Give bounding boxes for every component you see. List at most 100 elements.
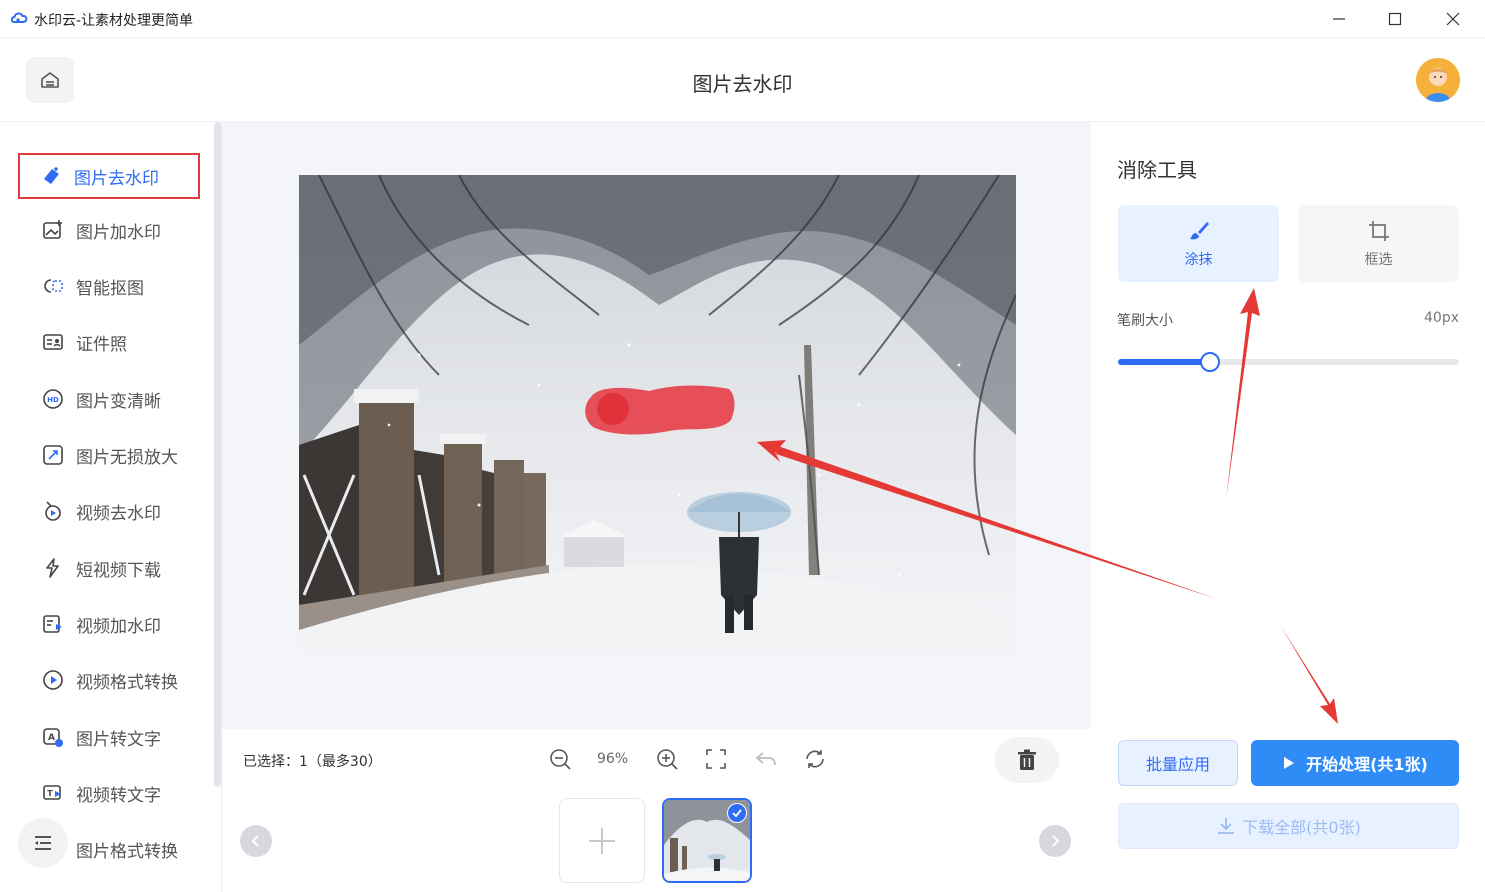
sidebar-item-label: 图片去水印 xyxy=(74,168,159,189)
edited-photo[interactable] xyxy=(299,175,1016,652)
svg-text:HD: HD xyxy=(47,396,59,404)
brush-size-slider[interactable] xyxy=(1118,352,1459,372)
id-photo-icon xyxy=(42,331,64,353)
panel-title: 消除工具 xyxy=(1117,158,1197,182)
brush-icon xyxy=(1189,221,1209,239)
zoom-out-button[interactable] xyxy=(548,747,572,771)
next-thumbnail-button[interactable] xyxy=(1039,825,1071,857)
sidebar-item-label: 图片加水印 xyxy=(76,222,161,243)
selected-check-icon xyxy=(727,803,747,823)
sidebar-scrollbar[interactable] xyxy=(214,122,221,787)
undo-button[interactable] xyxy=(754,747,778,771)
download-all-button[interactable]: 下载全部(共0张) xyxy=(1118,803,1459,849)
video-text-icon: T xyxy=(42,782,64,804)
image-canvas[interactable] xyxy=(222,122,1091,729)
sidebar-item-image-enhance[interactable]: HD 图片变清晰 xyxy=(22,377,198,421)
tool-box-select-button[interactable]: 框选 xyxy=(1298,205,1459,282)
brush-size-value: 40px xyxy=(1424,310,1459,326)
sidebar-item-lossless-enlarge[interactable]: 图片无损放大 xyxy=(22,433,198,477)
selection-info: 已选择：1（最多30） xyxy=(243,754,382,770)
start-process-label: 开始处理(共1张) xyxy=(1306,755,1428,774)
play-circle-icon xyxy=(42,669,64,691)
chevron-left-icon xyxy=(251,835,259,847)
trash-icon xyxy=(1018,749,1036,770)
fit-screen-button[interactable] xyxy=(704,747,728,771)
download-icon xyxy=(1218,818,1235,834)
start-process-button[interactable]: 开始处理(共1张) xyxy=(1251,740,1459,786)
image-thumbnail[interactable] xyxy=(662,798,752,883)
hd-icon: HD xyxy=(42,388,64,410)
sidebar-item-video-format-convert[interactable]: 视频格式转换 xyxy=(22,658,198,702)
tool-smear-button[interactable]: 涂抹 xyxy=(1118,205,1279,282)
app-logo-icon xyxy=(10,12,28,23)
sidebar-item-video-to-text[interactable]: T 视频转文字 xyxy=(22,771,198,815)
image-add-icon xyxy=(42,219,64,241)
sidebar-item-label: 图片格式转换 xyxy=(76,841,178,862)
sidebar-item-short-video-download[interactable]: 短视频下载 xyxy=(22,546,198,590)
minimize-icon xyxy=(1333,18,1345,20)
video-add-icon xyxy=(42,613,64,635)
title-bar: 水印云-让素材处理更简单 xyxy=(0,0,1485,38)
batch-apply-button[interactable]: 批量应用 xyxy=(1118,740,1238,786)
undo-icon xyxy=(755,752,776,766)
thumbnail-strip xyxy=(222,789,1091,892)
sidebar-item-id-photo[interactable]: 证件照 xyxy=(22,320,198,364)
refresh-icon xyxy=(806,750,824,768)
brush-size-label: 笔刷大小 xyxy=(1117,313,1173,329)
sidebar-item-video-watermark-add[interactable]: 视频加水印 xyxy=(22,602,198,646)
chevron-right-icon xyxy=(1052,835,1060,847)
eraser-icon xyxy=(40,165,62,187)
minimize-button[interactable] xyxy=(1316,4,1362,34)
enlarge-icon xyxy=(42,444,64,466)
slider-thumb[interactable] xyxy=(1200,352,1221,372)
sidebar-item-label: 图片变清晰 xyxy=(76,391,161,412)
crop-icon xyxy=(1368,220,1389,241)
header: 图片去水印 xyxy=(0,38,1485,122)
close-button[interactable] xyxy=(1430,4,1476,34)
prev-thumbnail-button[interactable] xyxy=(240,825,272,857)
sidebar-item-label: 智能抠图 xyxy=(76,278,144,299)
sidebar-item-label: 视频去水印 xyxy=(76,503,161,524)
zoom-value: 96% xyxy=(597,751,629,767)
sidebar-item-label: 证件照 xyxy=(76,334,127,355)
play-icon xyxy=(1284,757,1295,769)
page-title: 图片去水印 xyxy=(692,72,793,96)
close-icon xyxy=(1446,12,1460,26)
delete-button[interactable] xyxy=(995,737,1059,783)
sidebar-item-label: 图片转文字 xyxy=(76,729,161,750)
erase-tool-panel: 消除工具 涂抹 框选 笔刷大小 40px 批量应用 开始处理(共1张) 下载全部… xyxy=(1091,122,1485,892)
reset-button[interactable] xyxy=(803,747,827,771)
fullscreen-icon xyxy=(706,749,726,769)
app-title: 水印云-让素材处理更简单 xyxy=(34,13,194,29)
cutout-icon xyxy=(42,275,64,297)
sidebar: 图片去水印 图片加水印 智能抠图 证件照 HD 图片变清晰 图片无损放大 视频去… xyxy=(0,122,222,892)
svg-text:T: T xyxy=(47,789,53,798)
sidebar-item-label: 视频加水印 xyxy=(76,616,161,637)
plus-icon xyxy=(589,827,615,854)
sidebar-item-image-watermark-add[interactable]: 图片加水印 xyxy=(22,208,198,252)
tool-label: 涂抹 xyxy=(1184,251,1213,268)
canvas-toolbar: 已选择：1（最多30） 96% xyxy=(222,729,1091,789)
zoom-in-button[interactable] xyxy=(655,747,679,771)
user-avatar[interactable] xyxy=(1416,58,1460,102)
maximize-button[interactable] xyxy=(1372,4,1418,34)
sidebar-item-smart-cutout[interactable]: 智能抠图 xyxy=(22,264,198,308)
download-video-icon xyxy=(42,557,64,579)
sidebar-item-image-watermark-remove[interactable]: 图片去水印 xyxy=(18,153,200,199)
zoom-in-icon xyxy=(657,749,678,770)
download-all-label: 下载全部(共0张) xyxy=(1242,818,1361,837)
sidebar-item-label: 图片无损放大 xyxy=(76,447,178,468)
sidebar-item-label: 视频格式转换 xyxy=(76,672,178,693)
image-text-icon: A xyxy=(42,726,64,748)
sidebar-item-image-to-text[interactable]: A 图片转文字 xyxy=(22,715,198,759)
sidebar-item-label: 短视频下载 xyxy=(76,560,161,581)
sidebar-item-video-watermark-remove[interactable]: 视频去水印 xyxy=(22,489,198,533)
svg-text:A: A xyxy=(48,733,55,743)
slider-fill xyxy=(1118,359,1211,365)
tool-label: 框选 xyxy=(1364,251,1393,268)
add-image-button[interactable] xyxy=(559,798,645,883)
collapse-sidebar-button[interactable] xyxy=(18,818,68,868)
maximize-icon xyxy=(1388,12,1402,26)
zoom-out-icon xyxy=(550,749,571,770)
avatar-face-icon xyxy=(1416,58,1460,102)
